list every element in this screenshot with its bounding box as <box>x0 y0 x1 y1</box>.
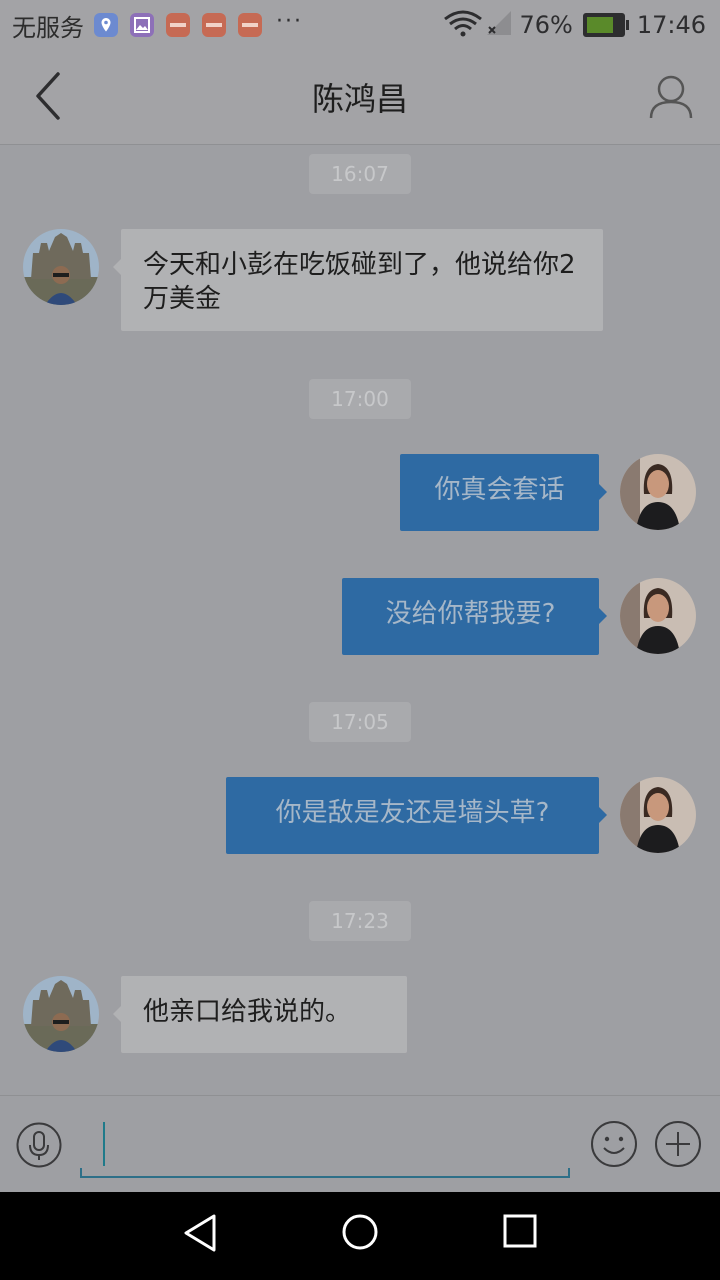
carrier-label: 无服务 <box>12 13 84 42</box>
nav-recents-button[interactable] <box>500 1211 540 1251</box>
message-text: 今天和小彭在吃饭碰到了，他说给你2万美金 <box>143 250 576 314</box>
timestamp-divider: 17:05 <box>309 702 411 742</box>
news-app-icon <box>166 13 190 37</box>
status-bar: 无服务 ··· 76% 17:46 <box>0 0 720 50</box>
message-text: 你真会套话 <box>434 475 565 505</box>
my-avatar[interactable] <box>620 454 696 530</box>
more-options-button[interactable] <box>654 1120 702 1168</box>
nav-home-button[interactable] <box>338 1210 382 1254</box>
timestamp-divider: 17:00 <box>309 379 411 419</box>
contact-avatar[interactable] <box>23 229 99 305</box>
text-cursor <box>103 1122 105 1166</box>
nav-back-button[interactable] <box>180 1212 222 1254</box>
news-app-icon <box>238 13 262 37</box>
microphone-icon <box>16 1122 62 1168</box>
more-notifications-indicator: ··· <box>276 8 303 34</box>
signal-icon <box>483 9 513 41</box>
message-text: 他亲口给我说的。 <box>143 997 352 1027</box>
incoming-message-bubble[interactable]: 他亲口给我说的。 <box>113 976 407 1053</box>
circle-home-icon <box>342 1214 378 1250</box>
person-icon <box>649 75 693 119</box>
square-recents-icon <box>503 1214 537 1248</box>
voice-input-button[interactable] <box>16 1122 62 1168</box>
outgoing-message-bubble[interactable]: 没给你帮我要? <box>342 578 607 655</box>
contact-profile-button[interactable] <box>646 72 696 122</box>
my-avatar[interactable] <box>620 578 696 654</box>
timestamp-divider: 17:23 <box>309 901 411 941</box>
status-time: 17:46 <box>636 11 706 39</box>
chevron-left-icon <box>36 72 60 120</box>
back-button[interactable] <box>26 70 74 124</box>
incoming-message-bubble[interactable]: 今天和小彭在吃饭碰到了，他说给你2万美金 <box>113 229 603 331</box>
message-composer <box>0 1095 720 1193</box>
message-list[interactable]: 16:07 今天和小彭在吃饭碰到了，他说给你2万美金 17:00 你真会套话 没… <box>0 145 720 1095</box>
input-underline-edge <box>80 1168 82 1178</box>
triangle-back-icon <box>184 1214 216 1252</box>
message-text: 你是敌是友还是墙头草? <box>275 798 550 828</box>
news-app-icon <box>202 13 226 37</box>
my-avatar[interactable] <box>620 777 696 853</box>
timestamp-divider: 16:07 <box>309 154 411 194</box>
gallery-icon <box>130 13 154 37</box>
outgoing-message-bubble[interactable]: 你是敌是友还是墙头草? <box>226 777 607 854</box>
system-navigation-bar <box>0 1192 720 1280</box>
wifi-icon <box>443 9 483 41</box>
input-underline-edge <box>568 1168 570 1178</box>
chat-header: 陈鸿昌 <box>0 50 720 145</box>
plus-icon <box>655 1121 701 1167</box>
smiley-icon <box>591 1121 637 1167</box>
contact-avatar[interactable] <box>23 976 99 1052</box>
battery-icon <box>582 13 629 37</box>
page-title: 陈鸿昌 <box>311 80 408 118</box>
message-input[interactable] <box>80 1116 570 1178</box>
emoji-button[interactable] <box>590 1120 638 1168</box>
battery-percent: 76% <box>519 11 573 39</box>
outgoing-message-bubble[interactable]: 你真会套话 <box>400 454 607 531</box>
message-text: 没给你帮我要? <box>385 599 556 629</box>
map-icon <box>94 13 118 37</box>
